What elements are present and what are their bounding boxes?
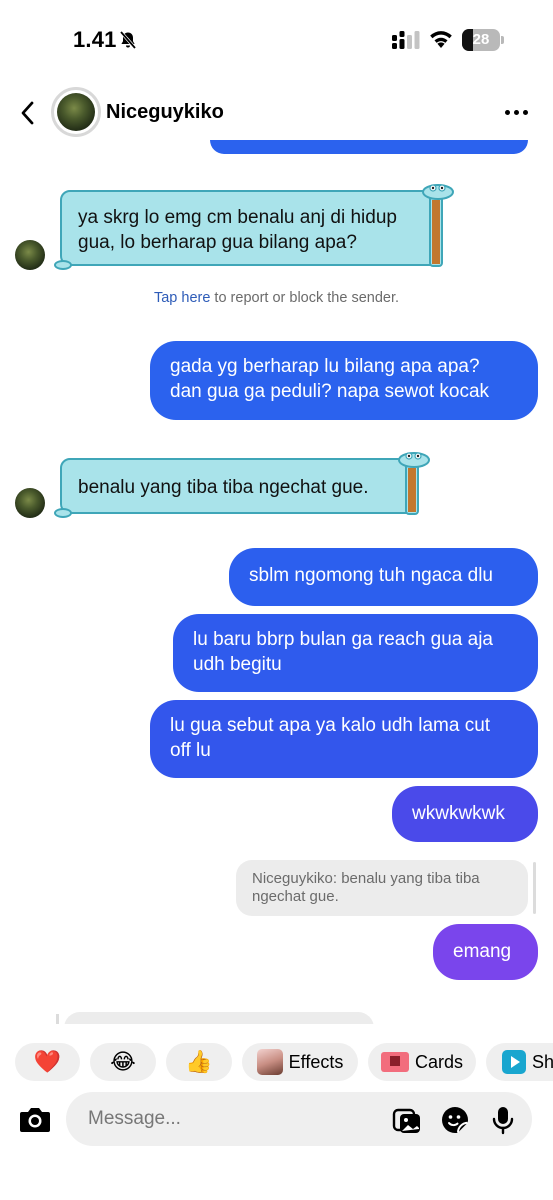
sent-message-bubble[interactable]: gada yg berharap lu bilang apa apa? dan … [150,341,538,420]
previous-message-bubble [210,140,528,154]
share-button[interactable]: Sh [486,1043,553,1081]
report-text: to report or block the sender. [210,290,400,306]
back-chevron-icon[interactable] [14,98,42,128]
quote-text-line: Niceguykiko: benalu yang tiba tiba [252,870,480,887]
share-label: Sh [532,1051,553,1072]
message-text-line: wkwkwkwk [412,803,505,824]
reply-quote[interactable]: Niceguykiko: benalu yang tiba tiba ngech… [236,860,528,916]
sent-message-bubble[interactable]: lu gua sebut apa ya kalo udh lama cut of… [150,700,538,778]
sender-avatar[interactable] [15,488,45,518]
report-link[interactable]: Tap here [154,290,210,306]
message-text-line: gua, lo berharap gua bilang apa? [78,232,357,253]
battery-icon: 28 [462,29,504,51]
crocodile-sticker-icon [398,452,430,515]
cards-label: Cards [414,1051,463,1072]
heart-reaction-button[interactable]: ❤️ [15,1043,80,1081]
crocodile-sticker-icon [422,184,454,267]
cards-button[interactable]: Cards [368,1043,476,1081]
quick-reactions-bar: ❤️ 😂 👍 Effects Cards Sh [0,1024,553,1100]
quote-text-line: ngechat gue. [252,888,339,905]
status-bar: 1.41 28 [0,0,553,80]
gift-card-icon [380,1052,409,1072]
message-composer [0,1090,553,1200]
sticker-icon[interactable] [440,1105,470,1135]
gallery-icon[interactable] [392,1105,422,1135]
message-text-line: udh begitu [193,654,282,675]
laugh-reaction-button[interactable]: 😂 [90,1043,156,1081]
message-text-line: emang [453,941,512,962]
camera-icon[interactable] [18,1104,52,1134]
thumbs-up-reaction-button[interactable]: 👍 [166,1043,232,1081]
reply-bar [533,862,536,914]
effects-label: Effects [288,1051,344,1072]
message-text-line: off lu [170,740,211,761]
effects-button[interactable]: Effects [242,1043,358,1081]
play-share-icon [502,1050,526,1074]
status-time: 1.41 [73,27,117,52]
sent-message-bubble[interactable]: sblm ngomong tuh ngaca dlu [229,548,538,606]
message-field [66,1092,532,1146]
sender-avatar[interactable] [15,240,45,270]
contact-avatar[interactable] [51,87,101,137]
more-dots-icon[interactable] [500,102,534,122]
message-text-line: ya skrg lo emg cm benalu anj di hidup [78,207,397,228]
effects-preview-icon [256,1049,283,1075]
message-input[interactable] [88,1092,378,1146]
message-text-line: sblm ngomong tuh ngaca dlu [249,565,493,586]
signal-icon [392,31,420,49]
chat-header: Niceguykiko [0,80,553,146]
thumbs-up-icon: 👍 [185,1049,213,1074]
battery-level: 28 [472,31,490,48]
received-message-bubble[interactable]: ya skrg lo emg cm benalu anj di hidup gu… [54,190,442,270]
message-text-line: dan gua ga peduli? napa sewot kocak [170,381,490,402]
sent-message-bubble[interactable]: emang [433,924,538,980]
message-text-line: benalu yang tiba tiba ngechat gue. [78,477,369,498]
wifi-icon [430,31,452,48]
bell-muted-icon [119,30,137,50]
heart-icon: ❤️ [33,1049,62,1074]
received-message-bubble[interactable]: benalu yang tiba tiba ngechat gue. [54,458,416,518]
message-text-line: lu baru bbrp bulan ga reach gua aja [193,629,494,650]
contact-name[interactable]: Niceguykiko [106,101,224,124]
microphone-icon[interactable] [488,1105,518,1135]
message-text-line: lu gua sebut apa ya kalo udh lama cut [170,715,491,736]
sent-message-bubble[interactable]: lu baru bbrp bulan ga reach gua aja udh … [173,614,538,692]
sent-message-bubble[interactable]: wkwkwkwk [392,786,538,842]
message-text-line: gada yg berharap lu bilang apa apa? [170,356,480,377]
laughing-face-icon: 😂 [110,1049,136,1074]
report-notice: Tap here to report or block the sender. [0,290,553,306]
